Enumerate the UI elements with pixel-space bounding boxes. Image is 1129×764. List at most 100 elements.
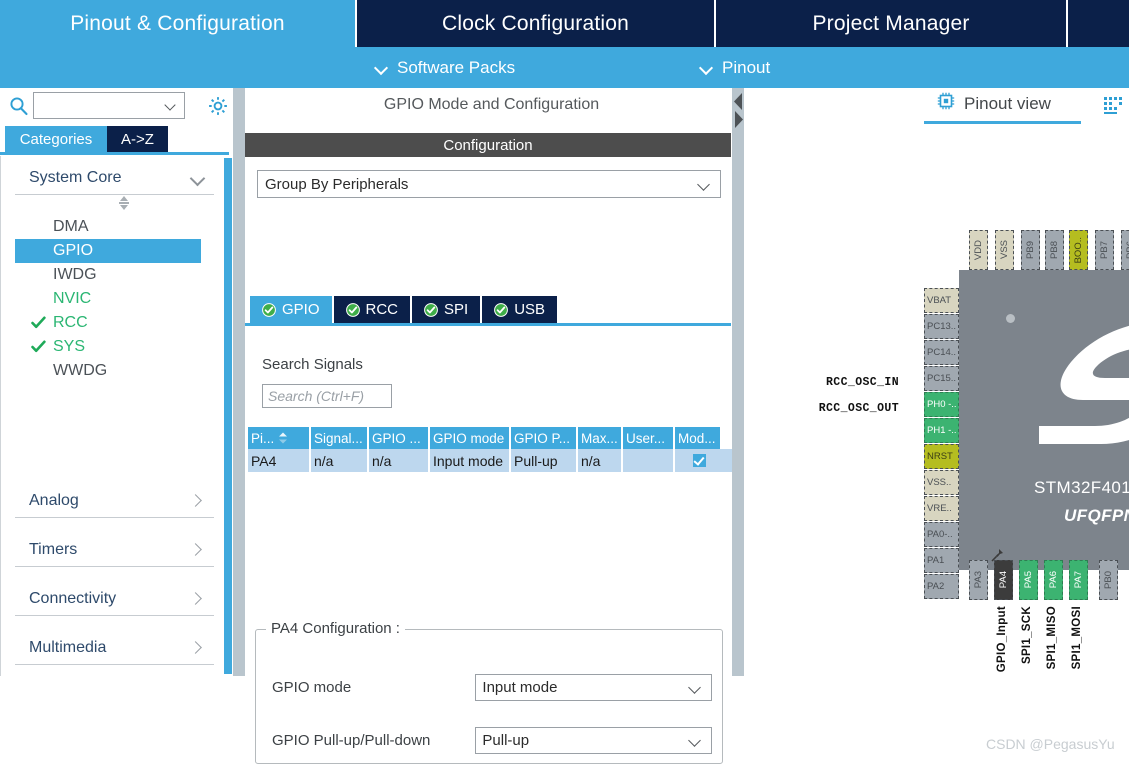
column-header-gpio-pull[interactable]: GPIO P... [511, 427, 578, 449]
sidebar-item-dma[interactable]: DMA [15, 215, 201, 239]
left-splitter[interactable] [233, 88, 245, 676]
pin-list-icon[interactable] [1104, 97, 1123, 114]
sidebar-item-nvic[interactable]: NVIC [15, 287, 201, 311]
column-label: User... [626, 430, 666, 446]
tab-pinout-configuration[interactable]: Pinout & Configuration [0, 0, 357, 47]
tab-project-manager[interactable]: Project Manager [716, 0, 1068, 47]
pin-pb9[interactable]: PB9 [1021, 230, 1040, 270]
pin-vssa[interactable]: VSS.. [924, 470, 959, 495]
cell-max-speed: n/a [578, 449, 623, 472]
pin-vss[interactable]: VSS [995, 230, 1014, 270]
pin-pc14[interactable]: PC14.. [924, 340, 959, 365]
pin-pa6[interactable]: PA6 [1044, 560, 1063, 600]
menu-pinout[interactable]: Pinout [700, 47, 770, 88]
sidebar-item-wwdg[interactable]: WWDG [15, 359, 201, 383]
column-label: Pi... [251, 430, 275, 446]
item-label: DMA [53, 218, 89, 235]
expand-right-icon[interactable] [733, 110, 744, 129]
pin-pa4[interactable]: PA4 [994, 560, 1013, 600]
sidebar-item-iwdg[interactable]: IWDG [15, 263, 201, 287]
cell-pin: PA4 [248, 449, 311, 472]
sidebar-item-rcc[interactable]: RCC [15, 311, 201, 335]
pin-configuration-legend: PA4 Configuration : [266, 620, 405, 637]
column-header-user-label[interactable]: User... [623, 427, 675, 449]
sub-tool-bar: Software Packs Pinout [0, 47, 1129, 88]
pin-pa7[interactable]: PA7 [1069, 560, 1088, 600]
pin-pc13[interactable]: PC13.. [924, 314, 959, 339]
pin-vref[interactable]: VRE.. [924, 496, 959, 521]
tab-underline [924, 121, 1081, 124]
cell-gpio-mode[interactable]: Input mode [430, 449, 511, 472]
pin-ph1[interactable]: PH1 -.. [924, 418, 959, 443]
pin-ph0[interactable]: PH0 -.. [924, 392, 959, 417]
sort-updown-icon[interactable] [115, 195, 133, 211]
gpio-pull-value: Pull-up [482, 732, 530, 749]
gpio-pull-select[interactable]: Pull-up [475, 727, 712, 754]
collapse-left-icon[interactable] [733, 92, 744, 111]
pin-pb8[interactable]: PB8 [1045, 230, 1064, 270]
group-by-select[interactable]: Group By Peripherals [257, 170, 721, 198]
pin-pb0[interactable]: PB0 [1099, 560, 1118, 600]
menu-software-packs[interactable]: Software Packs [375, 47, 515, 88]
center-splitter[interactable] [732, 88, 744, 676]
tab-categories[interactable]: Categories [5, 126, 107, 152]
column-header-max-speed[interactable]: Max... [578, 427, 623, 449]
pin-pc15[interactable]: PC15.. [924, 366, 959, 391]
modified-checkbox[interactable] [692, 454, 706, 467]
divider [15, 664, 214, 665]
cell-user-label[interactable] [623, 449, 675, 472]
column-header-gpio-output[interactable]: GPIO ... [369, 427, 430, 449]
tab-clock-configuration[interactable]: Clock Configuration [357, 0, 716, 47]
cell-modified [675, 449, 720, 472]
tab-label: SPI [444, 301, 469, 318]
pin-pa3[interactable]: PA3 [969, 560, 988, 600]
group-header-analog[interactable]: Analog [15, 485, 215, 517]
gear-icon[interactable] [206, 94, 230, 118]
pin-pa0[interactable]: PA0-.. [924, 522, 959, 547]
pin-vdd[interactable]: VDD [969, 230, 988, 270]
sidebar-item-gpio[interactable]: GPIO [15, 239, 201, 263]
pin-vbat[interactable]: VBAT [924, 288, 959, 313]
pin-nrst[interactable]: NRST [924, 444, 959, 469]
pin-pa2[interactable]: PA2 [924, 574, 959, 599]
group-header-timers[interactable]: Timers [15, 534, 215, 566]
tab-rcc[interactable]: RCC [333, 296, 413, 323]
tab-a-to-z[interactable]: A->Z [107, 126, 168, 152]
gpio-mode-select[interactable]: Input mode [475, 674, 712, 701]
table-header-row: Pi... Signal... GPIO ... GPIO mode GPIO … [248, 427, 735, 449]
check-icon [31, 315, 46, 330]
search-signals-placeholder: Search (Ctrl+F) [268, 388, 365, 404]
pin-pa1[interactable]: PA1 [924, 548, 959, 573]
table-row[interactable]: PA4 n/a n/a Input mode Pull-up n/a [248, 449, 735, 472]
tab-pinout-view[interactable]: Pinout view [937, 92, 1051, 115]
search-input[interactable] [33, 92, 185, 119]
search-signals-input[interactable]: Search (Ctrl+F) [262, 384, 392, 408]
field-label: GPIO mode [272, 679, 352, 696]
group-label: Analog [29, 492, 79, 509]
cell-gpio-pull[interactable]: Pull-up [511, 449, 578, 472]
tab-gpio[interactable]: GPIO [250, 296, 334, 323]
tab-spi[interactable]: SPI [412, 296, 483, 323]
tab-underline [0, 152, 229, 155]
group-header-system-core[interactable]: System Core [15, 162, 215, 194]
pin-boot0[interactable]: BOO.. [1069, 230, 1088, 270]
item-label: GPIO [53, 242, 94, 259]
tab-label: GPIO [282, 301, 320, 318]
column-header-pin[interactable]: Pi... [248, 427, 311, 449]
column-header-gpio-mode[interactable]: GPIO mode [430, 427, 511, 449]
column-header-signal[interactable]: Signal... [311, 427, 369, 449]
group-label: Connectivity [29, 590, 117, 607]
column-header-modified[interactable]: Mod... [675, 427, 720, 449]
check-circle-icon [262, 302, 276, 317]
pin-pb6[interactable]: PB6 [1121, 230, 1129, 270]
sidebar-item-sys[interactable]: SYS [15, 335, 201, 359]
pin-pa5[interactable]: PA5 [1019, 560, 1038, 600]
tab-usb[interactable]: USB [482, 296, 560, 323]
pin-pb7[interactable]: PB7 [1095, 230, 1114, 270]
group-header-connectivity[interactable]: Connectivity [15, 583, 215, 615]
tab-label: Categories [19, 130, 93, 148]
sidebar-scrollbar-thumb[interactable] [224, 158, 232, 674]
chevron-down-icon[interactable] [166, 101, 177, 112]
group-header-multimedia[interactable]: Multimedia [15, 632, 215, 664]
tab-tools[interactable] [1068, 0, 1127, 47]
